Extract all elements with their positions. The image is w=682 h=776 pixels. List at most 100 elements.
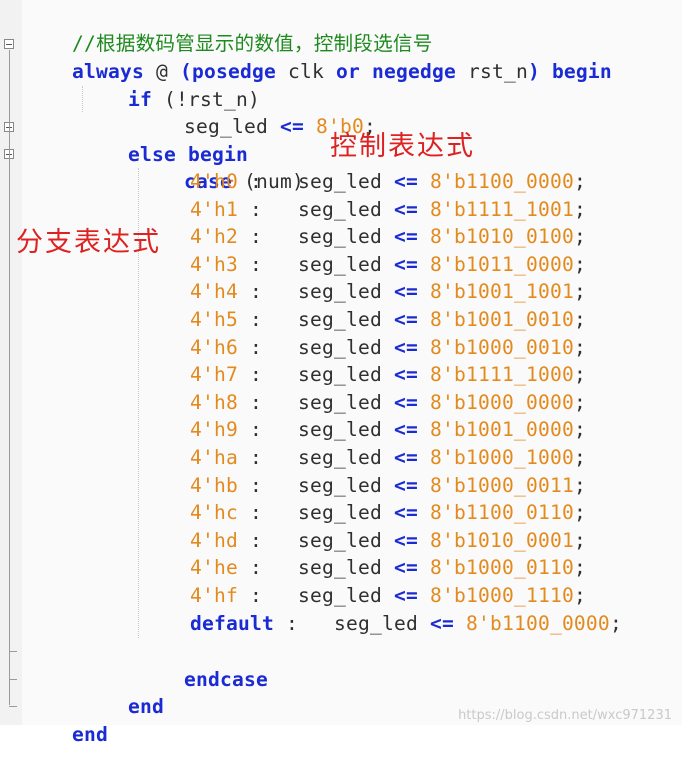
case-item-line: 4'hb : seg_led <= 8'b1000_0011; bbox=[190, 472, 586, 500]
operator: <= bbox=[429, 611, 454, 635]
case-label: 4'h8 bbox=[190, 390, 238, 414]
case-label: 4'h2 bbox=[190, 225, 238, 249]
code-line-reset: seg_led <= 8'b0; bbox=[136, 85, 376, 138]
code-line-if: if (!rst_n) bbox=[80, 58, 260, 111]
number: 8'b1000_1110 bbox=[429, 584, 574, 607]
colon: : bbox=[285, 611, 298, 635]
case-label: 4'h7 bbox=[190, 363, 238, 387]
keyword: begin bbox=[551, 59, 612, 83]
number: 8'b1000_1000 bbox=[429, 446, 574, 469]
case-item-line: default : seg_led <= 8'b1100_0000; bbox=[190, 610, 622, 638]
code-line-else: else begin bbox=[80, 113, 248, 166]
identifier: seg_led bbox=[298, 308, 382, 331]
operator: <= bbox=[393, 170, 418, 193]
number: 8'b1100_0000 bbox=[429, 170, 574, 193]
number: 8'b1111_1001 bbox=[429, 197, 574, 221]
case-item-line: 4'h9 : seg_led <= 8'b1001_0000; bbox=[190, 416, 586, 444]
case-label: 4'hf bbox=[190, 584, 238, 607]
case-label: 4'he bbox=[190, 556, 238, 580]
number: 8'b1001_1001 bbox=[429, 280, 574, 304]
case-item-line: 4'h7 : seg_led <= 8'b1111_1000; bbox=[190, 361, 586, 389]
code-line-always: always @ (posedge clk or negedge rst_n) … bbox=[24, 30, 612, 83]
colon: : bbox=[250, 335, 262, 359]
semicolon: ; bbox=[573, 528, 586, 552]
identifier: seg_led bbox=[298, 584, 382, 607]
operator: <= bbox=[393, 584, 418, 607]
identifier: seg_led bbox=[298, 197, 382, 221]
case-label: 4'hb bbox=[190, 473, 238, 497]
code-line-end-outer: end bbox=[24, 693, 108, 746]
colon: : bbox=[250, 252, 262, 276]
case-label: 4'hd bbox=[190, 528, 238, 552]
semicolon: ; bbox=[573, 556, 586, 580]
code-line-end-inner: end bbox=[80, 665, 164, 718]
identifier: seg_led bbox=[298, 501, 382, 525]
case-label: 4'h5 bbox=[190, 308, 238, 331]
semicolon: ; bbox=[573, 335, 586, 359]
case-item-line: 4'ha : seg_led <= 8'b1000_1000; bbox=[190, 444, 586, 472]
number: 8'b1100_0000 bbox=[465, 611, 610, 635]
colon: : bbox=[250, 225, 262, 249]
identifier: seg_led bbox=[298, 556, 382, 580]
code-editor[interactable]: //根据数码管显示的数值，控制段选信号 always @ (posedge cl… bbox=[0, 0, 682, 746]
identifier: seg_led bbox=[298, 390, 382, 414]
identifier: seg_led bbox=[298, 252, 382, 276]
identifier: seg_led bbox=[298, 473, 382, 497]
case-item-line: 4'hd : seg_led <= 8'b1010_0001; bbox=[190, 527, 586, 555]
identifier: seg_led bbox=[298, 280, 382, 304]
colon: : bbox=[250, 473, 262, 497]
case-label: 4'h3 bbox=[190, 252, 238, 276]
case-item-line: 4'h5 : seg_led <= 8'b1001_0010; bbox=[190, 306, 586, 334]
watermark: https://blog.csdn.net/wxc971231 bbox=[458, 708, 672, 723]
operator: <= bbox=[393, 528, 418, 552]
operator: <= bbox=[393, 335, 418, 359]
case-label: 4'h9 bbox=[190, 418, 238, 442]
case-item-line: 4'h6 : seg_led <= 8'b1000_0010; bbox=[190, 334, 586, 362]
code-line-endcase: endcase bbox=[136, 638, 268, 691]
colon: : bbox=[250, 363, 262, 387]
keyword: end bbox=[72, 722, 108, 746]
case-item-line: 4'h8 : seg_led <= 8'b1000_0000; bbox=[190, 389, 586, 417]
operator: <= bbox=[393, 501, 418, 525]
colon: : bbox=[250, 308, 262, 331]
colon: : bbox=[250, 280, 262, 304]
number: 8'b1001_0000 bbox=[429, 418, 574, 442]
semicolon: ; bbox=[573, 280, 586, 304]
identifier: seg_led bbox=[298, 446, 382, 469]
case-item-line: 4'h3 : seg_led <= 8'b1011_0000; bbox=[190, 251, 586, 279]
fold-toggle-always[interactable] bbox=[4, 39, 14, 49]
annotation-branch-expression: 分支表达式 bbox=[16, 227, 161, 258]
number: 8'b1000_0011 bbox=[429, 473, 574, 497]
semicolon: ; bbox=[609, 611, 622, 635]
operator: <= bbox=[393, 446, 418, 469]
case-item-line: 4'hc : seg_led <= 8'b1100_0110; bbox=[190, 499, 586, 527]
colon: : bbox=[250, 528, 262, 552]
case-label: 4'h1 bbox=[190, 197, 238, 221]
